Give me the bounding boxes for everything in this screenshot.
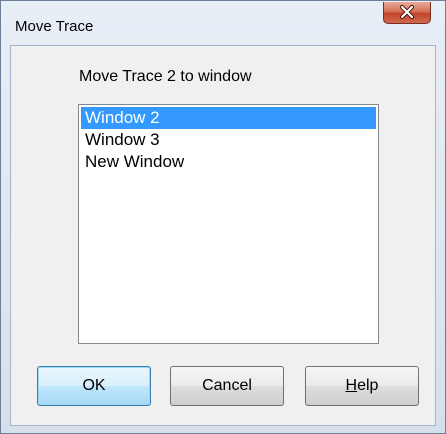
help-mnemonic: H xyxy=(345,377,358,394)
help-label: elp xyxy=(357,377,379,394)
window-listbox[interactable]: Window 2 Window 3 New Window xyxy=(78,104,379,344)
window-title: Move Trace xyxy=(15,18,94,35)
dialog-window: Move Trace Move Trace 2 to window Window… xyxy=(0,0,446,434)
close-button[interactable] xyxy=(383,2,431,24)
dialog-body: Move Trace 2 to window Window 2 Window 3… xyxy=(10,45,436,426)
title-bar[interactable]: Move Trace xyxy=(1,1,445,45)
prompt-label: Move Trace 2 to window xyxy=(79,68,252,85)
list-item-window-3[interactable]: Window 3 xyxy=(81,129,376,151)
list-item-new-window[interactable]: New Window xyxy=(81,151,376,173)
ok-button[interactable]: OK xyxy=(37,366,151,406)
help-button[interactable]: Help xyxy=(305,366,419,406)
list-item-window-2[interactable]: Window 2 xyxy=(81,107,376,129)
cancel-button[interactable]: Cancel xyxy=(170,366,284,406)
close-icon xyxy=(400,5,414,19)
